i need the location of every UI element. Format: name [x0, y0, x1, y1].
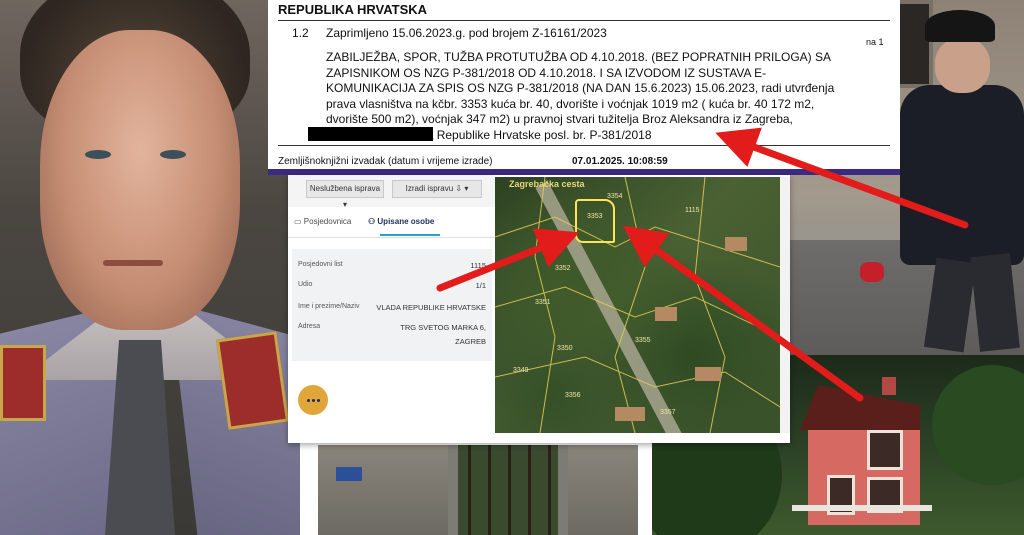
- collar-tab-left: [0, 345, 46, 421]
- dark-coat: [900, 85, 1024, 265]
- gate-bar: [548, 445, 551, 535]
- detail-label: Ime i prezime/Naziv: [298, 303, 360, 310]
- chat-button[interactable]: [298, 385, 328, 415]
- chimney: [882, 377, 896, 395]
- gate-bar: [508, 445, 511, 535]
- body-line: prava vlasništva na kčbr. 3353 kuća br. …: [326, 96, 815, 111]
- right-eye: [160, 150, 186, 159]
- black-cap: [925, 10, 995, 42]
- gate-bar: [488, 445, 491, 535]
- detail-label: Posjedovni list: [298, 261, 343, 268]
- map-street-label: Zagrebačka cesta: [509, 179, 585, 189]
- detail-value: 1115: [470, 261, 486, 270]
- house-window: [867, 430, 903, 470]
- document-header: REPUBLIKA HRVATSKA: [278, 2, 428, 17]
- detail-label: Udio: [298, 281, 313, 288]
- parcel-number: 3357: [660, 409, 676, 416]
- parcel-number: 3354: [607, 193, 623, 200]
- chat-icon: [312, 399, 315, 402]
- body-line: dvorište 500 m2), voćnjak 347 m2) u prav…: [326, 112, 793, 126]
- tab-upisane-osobe[interactable]: ⚇ Upisane osobe: [368, 217, 434, 226]
- body-line: ZABILJEŽBA, SPOR, TUŽBA PROTUTUŽBA OD 4.…: [326, 50, 832, 64]
- detail-value: VLADA REPUBLIKE HRVATSKE: [376, 303, 486, 312]
- extract-label: Zemljišnoknjižni izvadak (datum i vrijem…: [278, 156, 493, 167]
- detail-value: 1/1: [475, 281, 486, 290]
- stone-wall-right: [568, 445, 638, 535]
- gate-bar: [528, 445, 531, 535]
- building-roof: [695, 367, 721, 381]
- tree: [932, 365, 1024, 485]
- divider: [278, 20, 890, 21]
- active-tab-indicator: [380, 234, 440, 236]
- users-icon: ⚇: [368, 217, 376, 226]
- stone-wall-left: [318, 445, 448, 535]
- balcony-rail: [792, 505, 932, 511]
- mouth: [103, 260, 163, 266]
- building-roof: [615, 407, 645, 421]
- face: [40, 30, 240, 330]
- parcel-number: 1115: [685, 207, 700, 214]
- gate-bar: [468, 445, 471, 535]
- parcel-number: 3351: [535, 299, 551, 306]
- land-registry-document: REPUBLIKA HRVATSKA 1.2 Zaprimljeno 15.06…: [268, 0, 900, 175]
- portrait-photo: [0, 0, 300, 535]
- gate-photo: [318, 445, 638, 535]
- entry-number: 1.2: [292, 26, 309, 40]
- parcel-number: 3353: [587, 213, 603, 220]
- owner-details-card: Posjedovni list 1115 Udio 1/1 Ime i prez…: [292, 249, 492, 361]
- map-scrollbar[interactable]: [780, 177, 790, 433]
- create-document-button[interactable]: Izradi ispravu ⇩ ▾: [392, 180, 482, 198]
- parcel-number: 3349: [513, 367, 529, 374]
- body-line: KOMUNIKACIJA ZA SPIS OS NZG P-381/2018 (…: [326, 81, 835, 95]
- redaction-bar: [308, 127, 433, 141]
- red-leash-handle: [860, 262, 884, 282]
- detail-label: Adresa: [298, 323, 321, 330]
- detail-value: ZAGREB: [455, 337, 486, 346]
- house-roof: [800, 385, 920, 430]
- chat-icon: [317, 399, 320, 402]
- street-sign: [336, 467, 362, 481]
- tab-posjedovnica[interactable]: ▭ Posjedovnica: [294, 217, 351, 226]
- entry-date: Zaprimljeno 15.06.2023.g. pod brojem Z-1…: [326, 26, 607, 40]
- detail-value: TRG SVETOG MARKA 6,: [400, 323, 486, 332]
- divider: [278, 145, 890, 146]
- cadastre-viewer: Neslužbena isprava ▾ Izradi ispravu ⇩ ▾ …: [288, 175, 790, 443]
- viewer-toolbar: Neslužbena isprava ▾ Izradi ispravu ⇩ ▾: [288, 175, 495, 209]
- man-face: [935, 38, 990, 93]
- chat-icon: [307, 399, 310, 402]
- body-line: ZAPISNIKOM OS NZG P-381/2018 OD 4.10.201…: [326, 65, 767, 80]
- left-eye: [85, 150, 111, 159]
- document-icon: ▭: [294, 217, 302, 226]
- cadastral-map[interactable]: Zagrebačka cesta 3353 3354 3352 3351 335…: [495, 177, 780, 433]
- parcel-number: 3352: [555, 265, 571, 272]
- parcel-number: 3356: [565, 392, 581, 399]
- parcel-number: 3350: [557, 345, 573, 352]
- collar-tab-right: [215, 331, 290, 430]
- tab-label: Posjedovnica: [303, 217, 352, 226]
- building-roof: [655, 307, 677, 321]
- selected-parcel[interactable]: [575, 199, 615, 243]
- parcel-number: 3355: [635, 337, 651, 344]
- tab-label: Upisane osobe: [377, 217, 435, 226]
- building-roof: [725, 237, 747, 251]
- unofficial-document-button[interactable]: Neslužbena isprava ▾: [306, 180, 384, 209]
- extract-datetime: 07.01.2025. 10:08:59: [572, 156, 668, 167]
- page-reference: na 1: [866, 37, 884, 47]
